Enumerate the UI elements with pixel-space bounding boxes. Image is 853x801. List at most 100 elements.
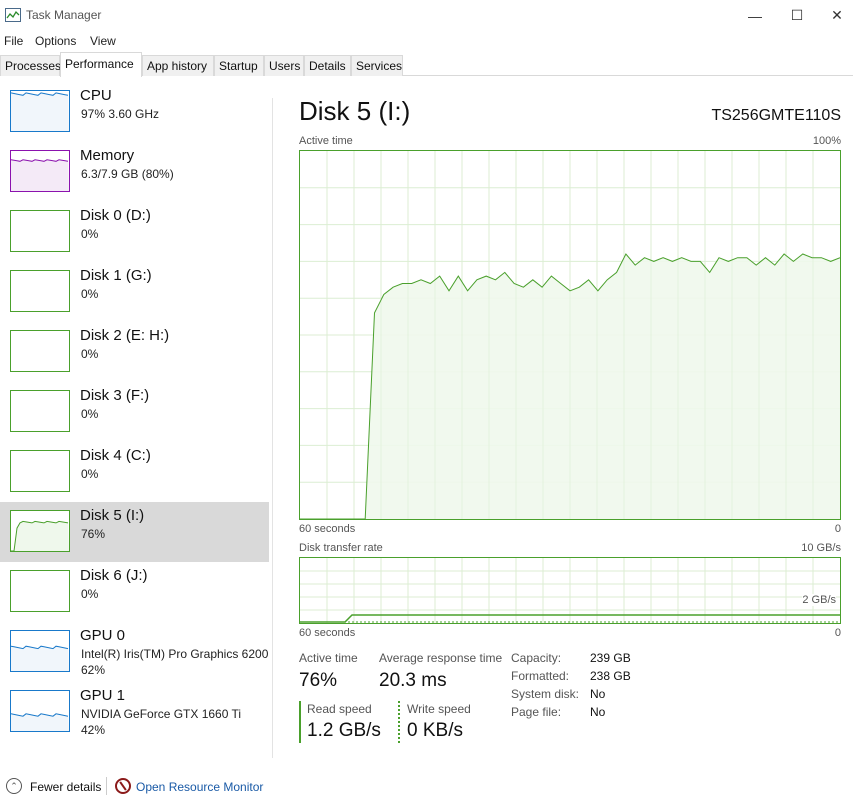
sidebar-item-name: Disk 2 (E: H:) (80, 327, 170, 344)
sidebar-thumbnail-graph (10, 330, 70, 372)
sidebar-item-disk-1-g[interactable]: Disk 1 (G:) 0% (0, 262, 269, 322)
read-speed-value: 1.2 GB/s (307, 720, 381, 741)
thumbnail-graph (11, 159, 69, 191)
sidebar-item-detail: 97% 3.60 GHz (81, 107, 160, 121)
tab-processes[interactable]: Processes (0, 55, 61, 76)
tab-details[interactable]: Details (304, 55, 351, 76)
write-speed-value: 0 KB/s (407, 720, 463, 741)
active-time-value: 76% (299, 670, 338, 691)
thumbnail-graph (11, 520, 69, 551)
chevron-up-icon[interactable]: ⌃ (6, 778, 22, 794)
thumbnail-graph (11, 451, 69, 491)
active-time-graph (300, 151, 840, 519)
thumbnail-graph (11, 645, 69, 671)
thumbnail-graph (11, 713, 69, 731)
thumbnail-graph (11, 331, 69, 371)
thumbnail-area (11, 646, 69, 671)
sidebar-item-name: GPU 1 (80, 687, 126, 704)
active-time-chart-time: 60 seconds (299, 523, 356, 535)
sidebar-item-detail: 6.3/7.9 GB (80%) (81, 167, 174, 181)
sidebar-thumbnail-graph (10, 450, 70, 492)
avg-response-label: Average response time (379, 651, 503, 665)
sidebar-item-name: CPU (80, 87, 112, 104)
disk-title: Disk 5 (I:) (299, 96, 411, 126)
active-time-chart (299, 150, 841, 520)
tab-startup[interactable]: Startup (214, 55, 264, 76)
transfer-chart-min: 0 (834, 627, 841, 639)
sidebar-item-detail: 0% (81, 227, 99, 241)
read-speed-marker (299, 701, 301, 743)
page-file-key: Page file: (511, 705, 562, 719)
menu-file[interactable]: File (4, 34, 23, 48)
close-icon[interactable]: ✕ (814, 0, 853, 31)
sidebar-item-detail: 0% (81, 347, 99, 361)
sidebar-item-detail: 0% (81, 587, 99, 601)
sidebar-item-disk-3-f[interactable]: Disk 3 (F:) 0% (0, 382, 269, 442)
thumbnail-graph (11, 92, 69, 131)
sidebar-thumbnail-graph (10, 510, 70, 552)
thumbnail-area (11, 713, 69, 731)
sidebar-item-disk-4-c[interactable]: Disk 4 (C:) 0% (0, 442, 269, 502)
sidebar-thumbnail-graph (10, 150, 70, 192)
window-title: Task Manager (26, 8, 102, 22)
active-time-label: Active time (299, 651, 358, 665)
tab-users[interactable]: Users (264, 55, 304, 76)
write-speed-label: Write speed (407, 702, 471, 716)
thumbnail-area (11, 521, 69, 551)
title-bar: Task Manager — ☐ ✕ (0, 0, 853, 31)
thumbnail-graph (11, 211, 69, 251)
sidebar-item-usage: 42% (81, 723, 106, 737)
sidebar-item-name: Disk 6 (J:) (80, 567, 148, 584)
sidebar-item-detail: 0% (81, 467, 99, 481)
thumbnail-area (11, 159, 69, 191)
sidebar-item-name: Disk 0 (D:) (80, 207, 151, 224)
sidebar-thumbnail-graph (10, 390, 70, 432)
sidebar-thumbnail-graph (10, 690, 70, 732)
avg-response-value: 20.3 ms (379, 670, 447, 691)
sidebar-thumbnail-graph (10, 270, 70, 312)
system-disk-key: System disk: (511, 687, 580, 701)
tab-app-history[interactable]: App history (142, 55, 214, 76)
open-resource-monitor-link[interactable]: Open Resource Monitor (136, 780, 263, 794)
thumbnail-graph (11, 271, 69, 311)
footer-separator (106, 777, 107, 795)
transfer-chart-mid: 2 GB/s (802, 594, 836, 606)
thumbnail-graph (11, 571, 69, 611)
minimize-icon[interactable]: — (732, 0, 778, 31)
sidebar-divider (272, 98, 273, 758)
tab-performance[interactable]: Performance (60, 52, 142, 77)
sidebar-item-disk-0-d[interactable]: Disk 0 (D:) 0% (0, 202, 269, 262)
sidebar-item-memory[interactable]: Memory 6.3/7.9 GB (80%) (0, 142, 269, 202)
sidebar-thumbnail-graph (10, 570, 70, 612)
page-file-value: No (590, 705, 606, 719)
capacity-value: 239 GB (590, 651, 631, 665)
resource-sidebar: CPU 97% 3.60 GHz Memory 6.3/7.9 GB (80%) Dis… (0, 76, 272, 764)
sidebar-item-disk-5-i[interactable]: Disk 5 (I:) 76% (0, 502, 269, 562)
tab-services[interactable]: Services (351, 55, 403, 76)
transfer-chart-max: 10 GB/s (801, 542, 841, 554)
resource-monitor-icon[interactable] (115, 778, 131, 794)
thumbnail-area (11, 92, 69, 131)
thumbnail-graph (11, 391, 69, 431)
sidebar-item-detail: NVIDIA GeForce GTX 1660 Ti (81, 707, 242, 721)
active-time-chart-min: 0 (834, 523, 841, 535)
sidebar-item-gpu-1[interactable]: GPU 1 NVIDIA GeForce GTX 1660 Ti 42% (0, 682, 269, 742)
sidebar-item-name: Memory (80, 147, 135, 164)
disk-model: TS256GMTE110S (711, 107, 841, 124)
active-time-chart-max: 100% (812, 135, 841, 147)
sidebar-item-detail: 0% (81, 287, 99, 301)
sidebar-item-detail: 76% (81, 527, 106, 541)
sidebar-item-name: GPU 0 (80, 627, 126, 644)
sidebar-item-disk-2-e-h[interactable]: Disk 2 (E: H:) 0% (0, 322, 269, 382)
menu-view[interactable]: View (90, 34, 116, 48)
sidebar-item-gpu-0[interactable]: GPU 0 Intel(R) Iris(TM) Pro Graphics 6200… (0, 622, 269, 682)
capacity-key: Capacity: (511, 651, 562, 665)
active-time-chart-label: Active time (299, 135, 353, 147)
fewer-details-link[interactable]: Fewer details (30, 780, 101, 794)
menu-options[interactable]: Options (35, 34, 76, 48)
sidebar-item-detail: Intel(R) Iris(TM) Pro Graphics 6200 (81, 647, 269, 661)
formatted-key: Formatted: (511, 669, 570, 683)
sidebar-item-disk-6-j[interactable]: Disk 6 (J:) 0% (0, 562, 269, 622)
sidebar-thumbnail-graph (10, 630, 70, 672)
sidebar-item-cpu[interactable]: CPU 97% 3.60 GHz (0, 82, 269, 142)
